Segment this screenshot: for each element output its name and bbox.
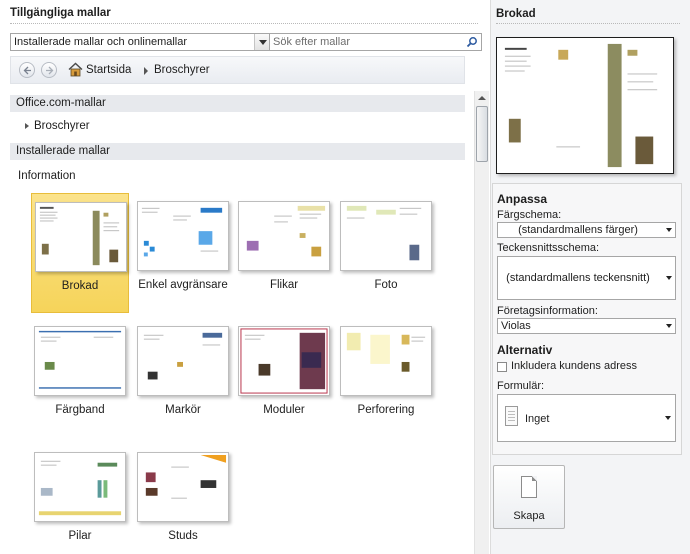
template-fargband[interactable]: Färgband: [31, 318, 129, 438]
template-studs[interactable]: Studs: [134, 444, 232, 554]
document-icon: [505, 406, 518, 426]
template-thumbnail: [340, 326, 432, 396]
template-source-select[interactable]: Installerade mallar och onlinemallar: [10, 33, 270, 51]
form-label: Formulär:: [497, 380, 545, 392]
template-name: Perforering: [357, 404, 415, 416]
template-thumbnail: [238, 201, 330, 271]
chevron-down-icon[interactable]: [254, 34, 269, 50]
include-address-checkbox[interactable]: [497, 362, 507, 372]
home-icon[interactable]: [68, 62, 83, 77]
template-thumbnail: [137, 326, 229, 396]
search-icon[interactable]: [466, 36, 478, 48]
new-document-icon: [521, 476, 537, 498]
template-name: Markör: [165, 404, 201, 416]
expand-arrow-icon[interactable]: [25, 123, 29, 129]
section-office-com-label: Office.com-mallar: [16, 97, 106, 109]
section-office-com[interactable]: Office.com-mallar: [10, 95, 465, 112]
create-button[interactable]: Skapa: [493, 465, 565, 529]
scroll-up-button[interactable]: [475, 91, 489, 105]
search-box[interactable]: Sök efter mallar: [270, 33, 482, 51]
customize-heading: Anpassa: [497, 192, 548, 206]
online-brochures-link[interactable]: Broschyrer: [34, 120, 90, 132]
scrollbar-thumb[interactable]: [476, 106, 488, 162]
arrow-left-icon: [23, 66, 31, 75]
business-info-select[interactable]: Violas: [497, 318, 676, 334]
title-divider: [10, 23, 478, 24]
template-source-value: Installerade mallar och onlinemallar: [14, 36, 188, 48]
template-name: Enkel avgränsare: [138, 279, 228, 291]
template-pilar[interactable]: Pilar: [31, 444, 129, 554]
font-scheme-value: (standardmallens teckensnitt): [506, 272, 650, 284]
navigation-bar: Startsida Broschyrer: [10, 56, 465, 84]
forward-button[interactable]: [41, 62, 57, 78]
chevron-down-icon: [666, 276, 672, 280]
template-name: Foto: [374, 279, 398, 291]
chevron-down-icon: [666, 228, 672, 232]
arrow-right-icon: [46, 66, 54, 75]
breadcrumb-current[interactable]: Broschyrer: [154, 64, 210, 76]
form-value: Inget: [525, 413, 550, 425]
template-thumbnail: [238, 326, 330, 396]
group-label-information: Information: [18, 170, 76, 182]
chevron-down-icon: [665, 416, 671, 420]
template-enkel-avgransare[interactable]: Enkel avgränsare: [134, 193, 232, 313]
selected-template-title: Brokad: [496, 8, 536, 20]
section-installed-label: Installerade mallar: [16, 145, 110, 157]
template-name: Brokad: [61, 280, 99, 292]
include-address-label[interactable]: Inkludera kundens adress: [511, 360, 637, 372]
available-templates-title: Tillgängliga mallar: [10, 7, 111, 19]
template-markor[interactable]: Markör: [134, 318, 232, 438]
template-name: Moduler: [263, 404, 305, 416]
template-name: Studs: [168, 530, 198, 542]
template-flikar[interactable]: Flikar: [235, 193, 333, 313]
form-select[interactable]: Inget: [497, 394, 676, 442]
template-thumbnail: [137, 452, 229, 522]
chevron-right-icon: [144, 67, 148, 75]
template-name: Färgband: [55, 404, 105, 416]
business-info-value: Violas: [501, 320, 531, 332]
template-name: Flikar: [269, 279, 299, 291]
template-thumbnail: [137, 201, 229, 271]
color-scheme-select[interactable]: (standardmallens färger): [497, 222, 676, 238]
template-brokad[interactable]: Brokad: [31, 193, 129, 313]
section-installed[interactable]: Installerade mallar: [10, 143, 465, 160]
search-input[interactable]: Sök efter mallar: [273, 36, 350, 48]
color-scheme-label: Färgschema:: [497, 209, 562, 221]
template-foto[interactable]: Foto: [337, 193, 435, 313]
template-perforering[interactable]: Perforering: [337, 318, 435, 438]
template-preview: [496, 37, 674, 174]
preview-divider: [496, 23, 680, 24]
template-thumbnail: [34, 326, 126, 396]
breadcrumb-home[interactable]: Startsida: [86, 64, 131, 76]
template-list-scrollbar[interactable]: [474, 91, 489, 554]
template-moduler[interactable]: Moduler: [235, 318, 333, 438]
create-button-label: Skapa: [513, 510, 545, 522]
template-thumbnail: [340, 201, 432, 271]
font-scheme-label: Teckensnittsschema:: [497, 242, 600, 254]
font-scheme-select[interactable]: (standardmallens teckensnitt): [497, 256, 676, 300]
template-name: Pilar: [68, 530, 92, 542]
business-info-label: Företagsinformation:: [497, 305, 598, 317]
template-thumbnail: [35, 202, 127, 272]
back-button[interactable]: [19, 62, 35, 78]
template-thumbnail: [34, 452, 126, 522]
chevron-down-icon: [666, 324, 672, 328]
color-scheme-value: (standardmallens färger): [518, 224, 638, 236]
options-heading: Alternativ: [497, 343, 553, 357]
